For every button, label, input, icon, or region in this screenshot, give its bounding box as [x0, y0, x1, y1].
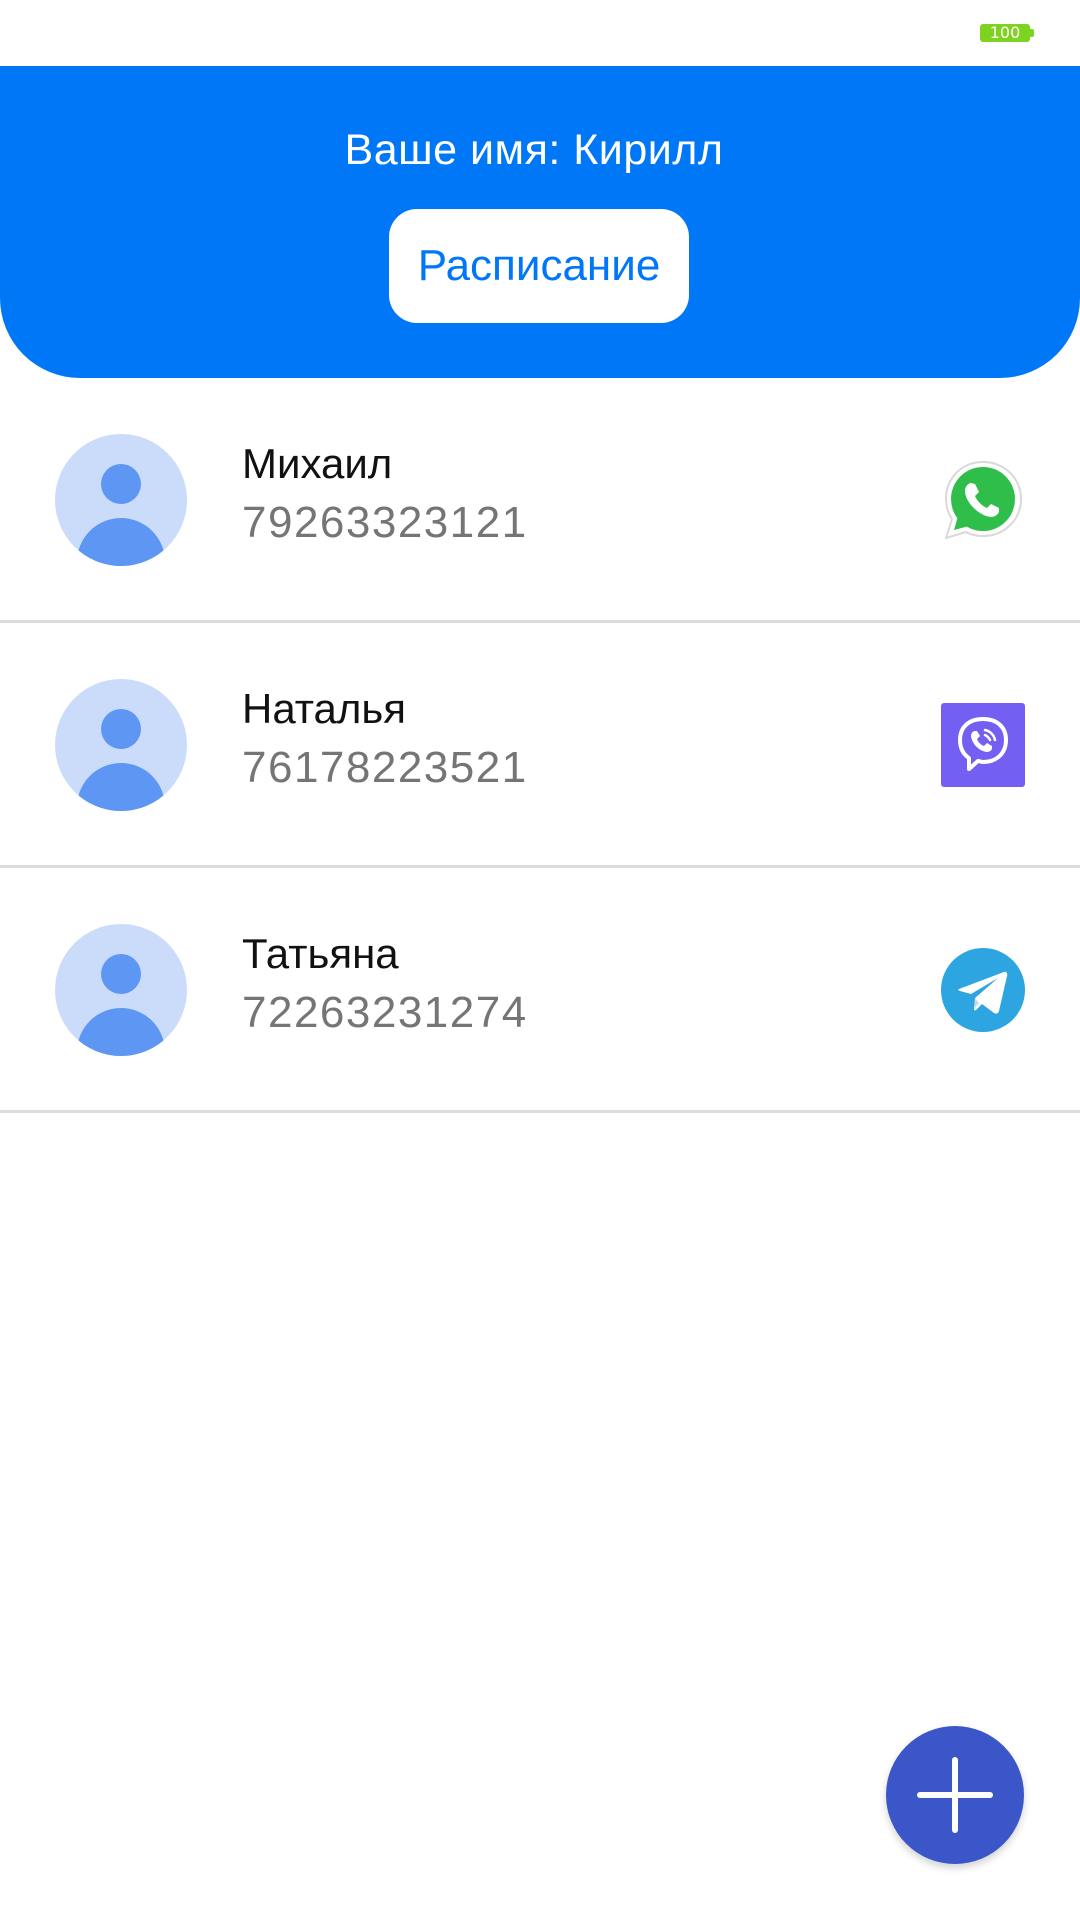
contact-phone: 79263323121: [242, 498, 528, 547]
avatar-icon: [55, 434, 187, 566]
header-panel: Ваше имя: Кирилл Расписание: [0, 66, 1080, 378]
contact-name: Михаил: [242, 440, 393, 487]
viber-icon[interactable]: [941, 703, 1025, 787]
add-contact-button[interactable]: [886, 1726, 1024, 1864]
status-bar: 100: [0, 0, 1080, 66]
contact-phone: 76178223521: [242, 743, 528, 792]
battery-indicator: 100: [980, 24, 1034, 42]
contact-row[interactable]: Татьяна 72263231274: [0, 868, 1080, 1113]
user-name-label: Ваше имя: Кирилл: [344, 126, 724, 174]
contact-name: Татьяна: [242, 930, 399, 977]
avatar-icon: [55, 679, 187, 811]
contact-row[interactable]: Михаил 79263323121: [0, 378, 1080, 623]
contact-row[interactable]: Наталья 76178223521: [0, 623, 1080, 868]
schedule-button[interactable]: Расписание: [389, 209, 689, 323]
whatsapp-icon[interactable]: [941, 458, 1025, 542]
telegram-icon[interactable]: [941, 948, 1025, 1032]
contact-name: Наталья: [242, 685, 407, 732]
contact-list: Михаил 79263323121 Наталья 76178223521 Т…: [0, 378, 1080, 1113]
contact-phone: 72263231274: [242, 988, 528, 1037]
plus-icon: [917, 1757, 993, 1833]
avatar-icon: [55, 924, 187, 1056]
